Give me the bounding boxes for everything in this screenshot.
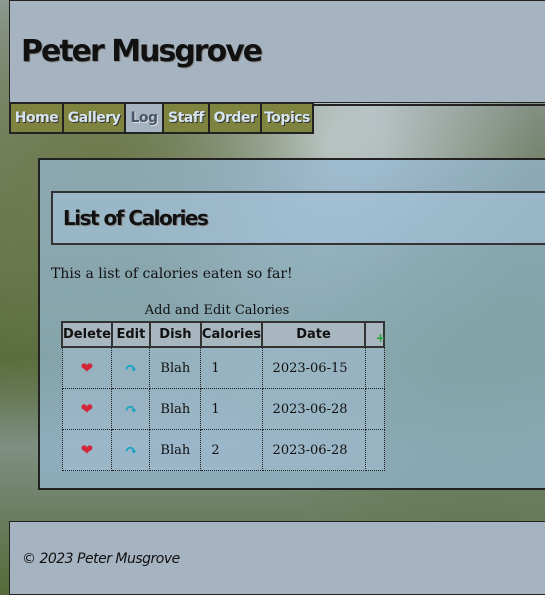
delete-cell: ❤: [61, 429, 113, 471]
table-caption: Add and Edit Calories: [144, 303, 290, 318]
broken-heart-icon[interactable]: ❤: [81, 359, 94, 377]
add-cell: +: [364, 321, 386, 348]
nav-divider: [314, 104, 545, 106]
redo-arrow-icon[interactable]: ↷: [124, 441, 137, 460]
site-footer: © 2023 Peter Musgrove: [9, 521, 545, 595]
date-cell: 2023-06-15: [261, 346, 366, 389]
empty-cell: [364, 429, 385, 471]
page-title: List of Calories: [63, 206, 209, 230]
dish-cell: Blah: [149, 388, 202, 430]
calories-cell: 1: [200, 346, 263, 389]
nav-topics[interactable]: Topics: [260, 102, 314, 134]
empty-cell: [364, 388, 385, 430]
nav-log[interactable]: Log: [124, 102, 162, 134]
edit-cell: ↷: [111, 346, 151, 389]
nav-gallery[interactable]: Gallery: [62, 102, 124, 134]
empty-cell: [364, 346, 385, 389]
dish-cell: Blah: [149, 346, 202, 389]
redo-arrow-icon[interactable]: ↷: [124, 400, 137, 419]
title-box: List of Calories: [51, 191, 545, 245]
site-header: Peter Musgrove: [9, 0, 545, 103]
table-row: ❤ ↷ Blah 1 2023-06-15: [61, 346, 385, 389]
site-title: Peter Musgrove: [21, 34, 263, 69]
nav-order[interactable]: Order: [208, 102, 260, 134]
table-row: ❤ ↷ Blah 2 2023-06-28: [61, 429, 385, 471]
date-cell: 2023-06-28: [261, 388, 366, 430]
header-delete: Delete: [61, 321, 113, 348]
main-content: List of Calories This a list of calories…: [38, 158, 545, 490]
dish-cell: Blah: [149, 429, 202, 471]
add-icon[interactable]: +: [376, 331, 386, 345]
header-edit: Edit: [110, 321, 151, 348]
main-nav: Home Gallery Log Staff Order Topics: [9, 102, 314, 134]
broken-heart-icon[interactable]: ❤: [81, 400, 94, 418]
table-header-row: Delete Edit Dish Calories Date +: [61, 321, 386, 348]
calories-table: Delete Edit Dish Calories Date + ❤ ↷ Bla…: [61, 321, 386, 471]
header-date: Date: [261, 321, 367, 348]
broken-heart-icon[interactable]: ❤: [81, 441, 94, 459]
date-cell: 2023-06-28: [261, 429, 366, 471]
footer-copyright: © 2023 Peter Musgrove: [22, 551, 180, 567]
edit-cell: ↷: [111, 388, 151, 430]
redo-arrow-icon[interactable]: ↷: [124, 359, 137, 378]
nav-home[interactable]: Home: [9, 102, 62, 134]
intro-text: This a list of calories eaten so far!: [51, 266, 293, 282]
delete-cell: ❤: [61, 346, 113, 389]
header-dish: Dish: [148, 321, 202, 348]
table-row: ❤ ↷ Blah 1 2023-06-28: [61, 388, 385, 430]
header-calories: Calories: [199, 321, 264, 348]
calories-cell: 2: [200, 429, 263, 471]
nav-staff[interactable]: Staff: [162, 102, 208, 134]
delete-cell: ❤: [61, 388, 113, 430]
edit-cell: ↷: [111, 429, 151, 471]
calories-cell: 1: [200, 388, 263, 430]
